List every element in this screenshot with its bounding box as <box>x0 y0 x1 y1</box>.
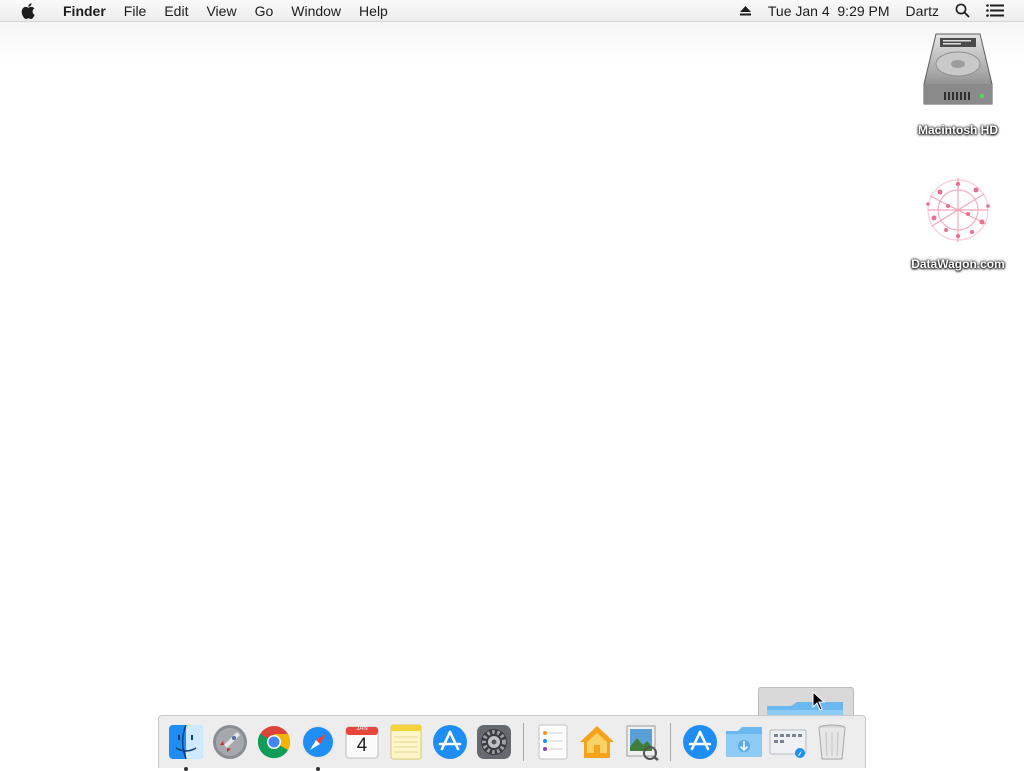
dock-chrome[interactable] <box>254 722 294 762</box>
documents-stack-icon <box>769 729 807 758</box>
hard-drive-icon <box>903 30 1013 119</box>
dock: JAN 4 <box>158 715 866 771</box>
dock-documents-stack[interactable] <box>768 722 808 762</box>
dock-finder[interactable] <box>166 722 206 771</box>
mouse-pointer-icon <box>812 690 826 716</box>
launchpad-rocket-icon <box>213 725 247 759</box>
dock-separator <box>670 723 671 761</box>
dock-preview[interactable] <box>621 722 661 762</box>
app-store-stack-icon <box>683 725 717 759</box>
app-store-icon <box>433 725 467 759</box>
downloads-folder-icon <box>726 727 762 757</box>
dock-downloads-stack[interactable] <box>724 722 764 762</box>
finder-icon <box>169 724 203 760</box>
dock-applications-stack[interactable] <box>680 722 720 762</box>
menu-user[interactable]: Dartz <box>898 0 947 22</box>
notification-center-icon[interactable] <box>978 0 1012 22</box>
network-volume-icon <box>903 172 1013 253</box>
desktop-icon-label: DataWagon.com <box>911 257 1005 271</box>
preview-icon <box>626 725 659 761</box>
menu-view[interactable]: View <box>197 0 245 22</box>
dock-trash[interactable] <box>812 722 852 762</box>
trash-icon <box>818 724 846 760</box>
apple-menu-icon[interactable] <box>20 2 36 19</box>
menu-help[interactable]: Help <box>350 0 397 22</box>
dock-safari[interactable] <box>298 722 338 771</box>
gear-icon <box>477 725 511 759</box>
menu-app-name[interactable]: Finder <box>54 0 115 22</box>
menu-edit[interactable]: Edit <box>155 0 197 22</box>
dock-launchpad[interactable] <box>210 722 250 762</box>
dock-home[interactable] <box>577 722 617 762</box>
dock-reminders[interactable] <box>533 722 573 762</box>
dock-calendar[interactable]: JAN 4 <box>342 722 382 762</box>
desktop-icon-macintosh-hd[interactable]: Macintosh HD <box>903 30 1013 137</box>
reminders-list-icon <box>538 724 568 760</box>
desktop-top-shade <box>0 22 1024 62</box>
spotlight-search-icon[interactable] <box>947 0 978 22</box>
dock-notes[interactable] <box>386 722 426 762</box>
home-icon <box>580 726 614 758</box>
menu-go[interactable]: Go <box>246 0 283 22</box>
desktop-icon-datawagon[interactable]: DataWagon.com <box>903 172 1013 271</box>
safari-compass-icon <box>301 725 335 759</box>
calendar-month: JAN <box>356 726 368 732</box>
calendar-day: 4 <box>356 735 368 756</box>
menu-bar: Finder File Edit View Go Window Help Tue… <box>0 0 1024 22</box>
menu-file[interactable]: File <box>115 0 156 22</box>
dock-app-store[interactable] <box>430 722 470 762</box>
dock-system-preferences[interactable] <box>474 722 514 762</box>
dock-separator <box>523 723 524 761</box>
notes-icon <box>390 724 422 760</box>
chrome-icon <box>257 726 291 759</box>
eject-icon[interactable] <box>731 0 760 22</box>
menu-clock[interactable]: Tue Jan 4 9:29 PM <box>760 0 898 22</box>
menu-window[interactable]: Window <box>282 0 350 22</box>
desktop-icon-label: Macintosh HD <box>917 123 998 137</box>
